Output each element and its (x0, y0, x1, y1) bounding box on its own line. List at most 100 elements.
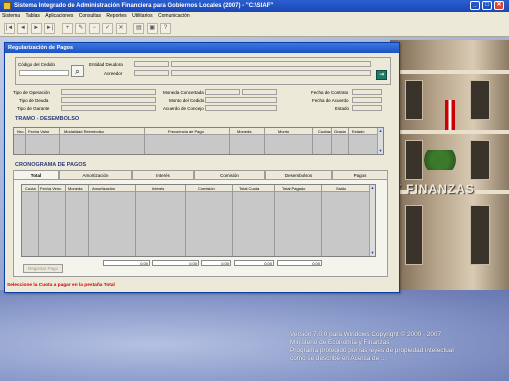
app-icon (3, 2, 11, 10)
tipo-deuda-field (61, 97, 156, 103)
binoculars-search-icon[interactable]: ⌕ (71, 65, 84, 77)
col-cuotas: Cuotas (318, 129, 331, 134)
delete-icon[interactable]: − (88, 23, 100, 34)
regularizacion-window: Regularización de Pagos Código del Cedid… (4, 42, 400, 293)
col-saldo: Saldo (336, 186, 347, 191)
cronograma-section-title: CRONOGRAMA DE PAGOS (15, 162, 87, 168)
acuerdo-concejo-field (205, 105, 277, 111)
fecha-contrato-label: Fecha de Contrato (311, 90, 349, 95)
codigo-cedido-label: Código del Cedido (18, 62, 56, 67)
tab-comision[interactable]: Comisión (194, 170, 265, 179)
version-line: Versión 7.0.0 para Windows Copyright © 2… (290, 331, 442, 338)
col-comision: Comisión (198, 186, 215, 191)
col-interes: Interés (152, 186, 165, 191)
status-message: Seleccione la Cuota a pagar en la pestañ… (7, 283, 115, 288)
cronograma-scrollbar[interactable]: ▲ ▼ (369, 185, 375, 256)
tipo-operacion-field (61, 89, 156, 95)
col-total-pagado: Total Pagado (282, 186, 306, 191)
tramo-header: Nro. Fecha Valor Modalidad Reembolso Fre… (14, 128, 377, 135)
menu-comunicacion[interactable]: Comunicación (158, 12, 190, 21)
version-info: Versión 7.0.0 para Windows Copyright © 2… (290, 331, 454, 363)
version-line: como se describe en Acerca de ... (290, 355, 387, 362)
estado-label: Estado (335, 106, 350, 111)
tab-amortizacion[interactable]: Amortización (59, 170, 132, 179)
app-title: Sistema Integrado de Administración Fina… (14, 3, 274, 9)
maximize-button[interactable]: □ (482, 1, 492, 10)
tab-total[interactable]: Total (13, 170, 59, 179)
preview-icon[interactable]: ▣ (146, 23, 158, 34)
cronograma-grid[interactable]: Cuota Fecha Venc. Moneda Amortización In… (21, 184, 376, 257)
scroll-down-icon[interactable]: ▼ (378, 148, 383, 153)
next-record-icon[interactable]: ► (30, 23, 42, 34)
edit-icon[interactable]: ✎ (75, 23, 87, 34)
close-button[interactable]: ✕ (494, 1, 504, 10)
flag-image (445, 100, 455, 130)
menu-consultas[interactable]: Consultas (79, 12, 101, 21)
minimize-button[interactable]: _ (470, 1, 480, 10)
moneda-concertada-label: Moneda Concertada (163, 90, 204, 95)
col-moneda: Moneda (68, 186, 83, 191)
plants-image (420, 150, 460, 170)
first-record-icon[interactable]: |◄ (4, 23, 15, 34)
col-estado: Estado (352, 129, 365, 134)
tab-interes[interactable]: Interés (132, 170, 194, 179)
help-icon[interactable]: ? (160, 23, 172, 34)
moneda-concertada-name (242, 89, 277, 95)
app-title-bar: Sistema Integrado de Administración Fina… (0, 0, 509, 12)
entidad-deudora-label: Entidad Deudora (89, 62, 123, 67)
menu-reportes[interactable]: Reportes (106, 12, 126, 21)
menu-sistema[interactable]: Sistema (2, 12, 20, 21)
fecha-contrato-field (352, 89, 382, 95)
col-modalidad: Modalidad Reembolso (64, 129, 104, 134)
acreedor-label: Acreedor (104, 71, 123, 76)
col-monto: Monto (278, 129, 290, 134)
save-icon[interactable]: ✓ (102, 23, 114, 34)
acuerdo-concejo-label: Acuerdo de Concejo (163, 106, 204, 111)
col-frecuencia: Frecuencia de Pago (168, 129, 204, 134)
window-title: Regularización de Pagos (5, 43, 399, 53)
col-amortizacion: Amortización (92, 186, 116, 191)
col-gracia: Gracia (334, 129, 346, 134)
tab-pagos[interactable]: Pagos (332, 170, 388, 179)
col-fecha-valor: Fecha Valor (28, 129, 50, 134)
codigo-cedido-field[interactable] (19, 70, 69, 76)
scroll-up-icon[interactable]: ▲ (370, 185, 375, 190)
print-icon[interactable]: ▤ (133, 23, 145, 34)
last-record-icon[interactable]: ►| (44, 23, 56, 34)
acreedor-code (134, 70, 169, 76)
estado-field (352, 105, 382, 111)
add-icon[interactable]: + (61, 23, 73, 34)
menu-tablas[interactable]: Tablas (25, 12, 39, 21)
version-line: Programa protegido por las leyes de prop… (290, 347, 454, 354)
col-total-cuota: Total Cuota (239, 186, 260, 191)
total-pagado: 0.00 (277, 260, 322, 266)
menu-bar: Sistema Tablas Aplicaciones Consultas Re… (0, 12, 509, 21)
tramo-scrollbar[interactable]: ▲ ▼ (377, 128, 383, 154)
cancel-icon[interactable]: ✕ (115, 23, 127, 34)
col-nro: Nro. (17, 129, 25, 134)
tipo-operacion-label: Tipo de Operación (13, 90, 50, 95)
fecha-acuerdo-field (352, 97, 382, 103)
tipo-garante-field (61, 105, 156, 111)
building-sign: Y FINANZAS (393, 182, 475, 196)
entidad-deudora-name (171, 61, 371, 67)
total-cuota: 0.00 (234, 260, 274, 266)
tipo-garante-label: Tipo de Garante (17, 106, 50, 111)
scroll-up-icon[interactable]: ▲ (378, 128, 383, 133)
tramo-grid[interactable]: Nro. Fecha Valor Modalidad Reembolso Fre… (13, 127, 384, 155)
monto-cedido-field (205, 97, 277, 103)
col-moneda: Moneda (237, 129, 252, 134)
version-line: Ministerio de Economía y Finanzas (290, 339, 390, 346)
tramo-section-title: TRAMO - DESEMBOLSO (15, 116, 80, 122)
fecha-acuerdo-label: Fecha de Acuerdo (312, 98, 349, 103)
monto-cedido-label: Monto del Cedido (169, 98, 205, 103)
menu-aplicaciones[interactable]: Aplicaciones (45, 12, 73, 21)
tab-desembolsos[interactable]: Desembolsos (265, 170, 332, 179)
registrar-pago-button[interactable]: Registrar Pago (23, 264, 63, 273)
menu-utilitarios[interactable]: Utilitarios (132, 12, 153, 21)
scroll-down-icon[interactable]: ▼ (370, 250, 375, 255)
previous-record-icon[interactable]: ◄ (17, 23, 29, 34)
acreedor-name (171, 70, 371, 76)
moneda-concertada-code (205, 89, 240, 95)
exit-door-icon[interactable]: ⇥ (376, 70, 387, 80)
